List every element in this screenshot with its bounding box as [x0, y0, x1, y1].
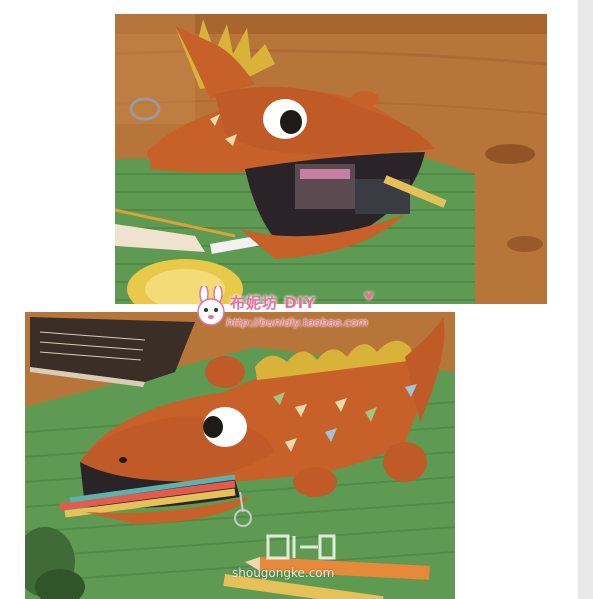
site-logo-icon: [266, 534, 336, 560]
watermark-brand-text: 布妮坊 DIY: [230, 294, 317, 312]
page-right-margin: [578, 0, 593, 599]
heart-icon: ♥: [364, 288, 374, 305]
brand-watermark: 布妮坊 DIY ♥ http://bunidiy.taobao.com: [192, 286, 432, 354]
bottom-photo: [25, 312, 455, 599]
site-watermark-text: shougongke.com: [232, 566, 335, 580]
watermark-url-text: http://bunidiy.taobao.com: [226, 316, 369, 329]
top-photo: [115, 14, 547, 304]
